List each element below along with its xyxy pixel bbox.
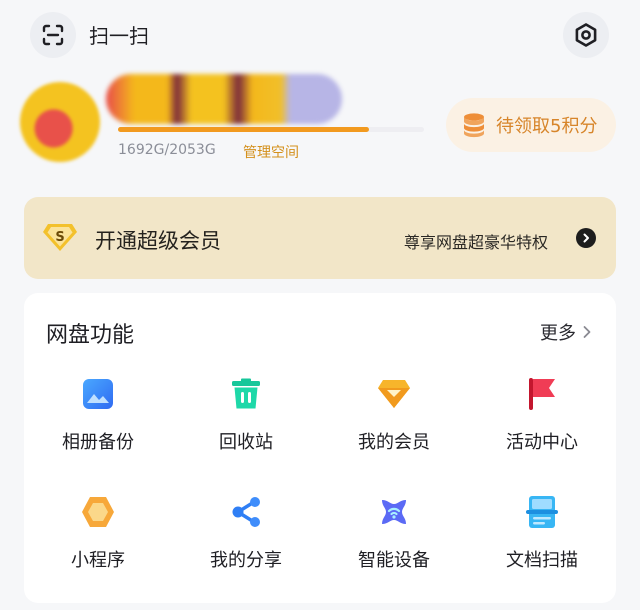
diamond-icon [377,377,411,411]
function-activity-center[interactable]: 活动中心 [468,377,616,473]
function-my-membership[interactable]: 我的会员 [320,377,468,473]
function-label: 活动中心 [506,432,578,453]
function-document-scan[interactable]: 文档扫描 [468,495,616,591]
manage-storage-link[interactable]: 管理空间 [243,142,299,162]
coin-stack-icon [464,113,484,138]
function-label: 相册备份 [62,432,134,453]
functions-title: 网盘功能 [46,323,135,348]
scan-button[interactable] [30,12,76,58]
vip-diamond-icon: S [43,224,77,251]
more-button[interactable]: 更多 [540,319,592,345]
function-photo-backup[interactable]: 相册备份 [24,377,172,473]
settings-button[interactable] [563,12,609,58]
netdisk-functions-card: 网盘功能 更多 相册备份 回收站 我的会员 活动中心 小程序 我的分享 智能设备… [24,293,616,603]
claim-points-label: 待领取5积分 [496,116,598,137]
document-scan-icon [525,495,559,529]
mini-program-icon [81,495,115,529]
more-label: 更多 [540,323,576,344]
netdisk-profile-page: 扫一扫 1692G/2053G 管理空间 待领取5积分 S 开通超级会员 尊享网… [0,0,640,610]
function-label: 回收站 [219,432,273,453]
storage-usage-text: 1692G/2053G [118,142,216,158]
vip-banner[interactable]: S 开通超级会员 尊享网盘超豪华特权 [24,197,616,279]
vip-badge-letter: S [55,230,64,245]
function-mini-program[interactable]: 小程序 [24,495,172,591]
storage-progress-bar [118,127,424,132]
function-my-shares[interactable]: 我的分享 [172,495,320,591]
vip-subtitle: 尊享网盘超豪华特权 [404,233,549,252]
function-recycle-bin[interactable]: 回收站 [172,377,320,473]
claim-points-button[interactable]: 待领取5积分 [446,98,616,152]
smart-device-icon [377,495,411,529]
share-icon [229,495,263,529]
vip-arrow-icon[interactable] [576,228,596,248]
function-label: 我的分享 [210,550,282,571]
chevron-right-icon [583,326,591,338]
settings-icon [575,23,597,47]
storage-progress-fill [118,127,369,132]
function-label: 文档扫描 [506,550,578,571]
trash-bin-icon [229,377,263,411]
scan-icon [42,24,64,46]
avatar[interactable] [20,82,100,162]
function-label: 小程序 [71,550,125,571]
flag-icon [525,377,559,411]
top-bar: 扫一扫 [0,0,640,68]
username-redacted [106,74,342,124]
function-label: 我的会员 [358,432,430,453]
function-smart-devices[interactable]: 智能设备 [320,495,468,591]
scan-label[interactable]: 扫一扫 [89,20,149,49]
photo-album-icon [81,377,115,411]
function-label: 智能设备 [358,550,430,571]
vip-title: 开通超级会员 [95,229,221,253]
